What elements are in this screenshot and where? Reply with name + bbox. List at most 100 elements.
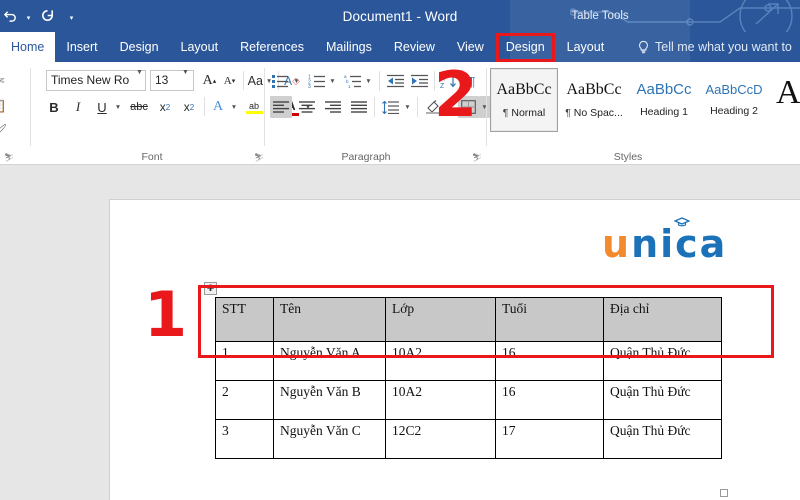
tab-insert[interactable]: Insert — [55, 32, 108, 62]
multilevel-list-button[interactable]: ab1 — [341, 70, 363, 92]
tab-references[interactable]: References — [229, 32, 315, 62]
numbering-button[interactable]: 123 — [305, 70, 327, 92]
style-heading-1[interactable]: AaBbCс Heading 1 — [630, 68, 698, 132]
align-right-button[interactable] — [322, 96, 344, 118]
line-spacing-dropdown[interactable]: ▼ — [402, 96, 413, 118]
table-header-row[interactable]: STT Tên Lớp Tuổi Địa chỉ — [216, 298, 722, 342]
underline-dropdown[interactable]: ▼ — [112, 96, 124, 118]
italic-label: I — [76, 99, 80, 115]
style-heading-2[interactable]: AaBbCcD Heading 2 — [700, 68, 768, 132]
tab-view-label: View — [457, 40, 484, 54]
format-painter-icon[interactable]: 🖌 — [0, 118, 12, 143]
table-cell[interactable]: 16 — [496, 342, 604, 381]
document-page[interactable]: unica ✚ STT Tên Lớp Tuổi Địa chỉ 1 — [110, 200, 800, 500]
increase-indent-button[interactable] — [408, 70, 430, 92]
table-cell[interactable]: 10A2 — [386, 381, 496, 420]
decrease-indent-button[interactable] — [384, 70, 406, 92]
table-move-handle[interactable]: ✚ — [204, 282, 217, 295]
style-heading-1-label: Heading 1 — [640, 106, 688, 118]
change-case-label: Aa — [248, 74, 263, 88]
font-size-caret-icon[interactable]: ▼ — [182, 69, 189, 76]
table-cell[interactable]: 17 — [496, 420, 604, 459]
bullets-button[interactable] — [270, 70, 290, 92]
grow-font-button[interactable]: A▴ — [200, 70, 219, 92]
cut-icon[interactable]: ✄ — [0, 68, 12, 93]
underline-button[interactable]: U — [92, 96, 112, 118]
copy-icon[interactable]: 📋 — [0, 93, 12, 118]
unica-logo-orange: u — [602, 222, 631, 266]
align-center-button[interactable] — [296, 96, 318, 118]
table-cell[interactable]: Nguyễn Văn B — [274, 381, 386, 420]
para-sep-1 — [379, 71, 380, 91]
italic-button[interactable]: I — [68, 96, 88, 118]
underline-label: U — [97, 100, 106, 115]
font-sep-3 — [204, 97, 205, 116]
text-effects-button[interactable]: A — [208, 96, 228, 118]
style-heading-2-label: Heading 2 — [710, 105, 758, 117]
shrink-font-button[interactable]: A▾ — [220, 70, 239, 92]
table-cell[interactable]: 12C2 — [386, 420, 496, 459]
bullets-dropdown[interactable]: ▼ — [291, 70, 302, 92]
text-highlight-button[interactable]: ab — [242, 96, 266, 118]
numbering-icon: 123 — [308, 74, 325, 88]
undo-button[interactable] — [0, 3, 22, 27]
table-header-cell[interactable]: Tuổi — [496, 298, 604, 342]
align-center-icon — [299, 101, 315, 113]
clipboard-dialog-launcher[interactable]: ⛷ — [4, 153, 14, 162]
tab-table-design[interactable]: Design — [495, 32, 556, 62]
strikethrough-label: abc — [130, 101, 148, 113]
numbering-dropdown[interactable]: ▼ — [327, 70, 338, 92]
table-cell[interactable]: Quận Thủ Đức — [604, 381, 722, 420]
table-resize-handle[interactable] — [720, 489, 728, 497]
paragraph-dialog-launcher[interactable]: ⛷ — [472, 153, 482, 162]
table-cell[interactable]: Nguyễn Văn C — [274, 420, 386, 459]
table-row[interactable]: 1 Nguyễn Văn A 10A2 16 Quận Thủ Đức — [216, 342, 722, 381]
bold-button[interactable]: B — [44, 96, 64, 118]
align-right-icon — [325, 101, 341, 113]
svg-text:1: 1 — [348, 84, 351, 88]
style-normal[interactable]: AaBbCc ¶ Normal — [490, 68, 558, 132]
table-header-cell[interactable]: STT — [216, 298, 274, 342]
strikethrough-button[interactable]: abc — [126, 96, 152, 118]
table-cell[interactable]: 2 — [216, 381, 274, 420]
font-name-caret-icon[interactable]: ▼ — [136, 69, 143, 76]
table-row[interactable]: 2 Nguyễn Văn B 10A2 16 Quận Thủ Đức — [216, 381, 722, 420]
justify-button[interactable] — [348, 96, 370, 118]
line-spacing-button[interactable] — [379, 96, 401, 118]
table-header-cell[interactable]: Lớp — [386, 298, 496, 342]
tab-table-layout[interactable]: Layout — [556, 32, 616, 62]
text-effects-dropdown[interactable]: ▼ — [228, 96, 240, 118]
font-name-input[interactable]: Times New Ro — [46, 70, 146, 91]
customize-qat-button[interactable]: ▾ — [67, 3, 76, 27]
style-no-spacing[interactable]: AaBbCc ¶ No Spac... — [560, 68, 628, 132]
annotation-number-2: 2 — [434, 64, 477, 126]
subscript-button[interactable]: x2 — [154, 96, 176, 118]
superscript-button[interactable]: x2 — [178, 96, 200, 118]
undo-dropdown-caret[interactable]: ▾ — [24, 3, 33, 27]
tab-home[interactable]: Home — [0, 32, 55, 62]
align-left-button[interactable] — [270, 96, 292, 118]
table-cell[interactable]: 3 — [216, 420, 274, 459]
decrease-indent-icon — [387, 74, 404, 88]
tab-design[interactable]: Design — [109, 32, 170, 62]
table-cell[interactable]: 16 — [496, 381, 604, 420]
table-header-cell[interactable]: Địa chỉ — [604, 298, 722, 342]
multilevel-list-dropdown[interactable]: ▼ — [363, 70, 374, 92]
table-cell[interactable]: 1 — [216, 342, 274, 381]
tab-mailings[interactable]: Mailings — [315, 32, 383, 62]
table-header-cell[interactable]: Tên — [274, 298, 386, 342]
ribbon-group-clipboard: ✄ 📋 🖌 ⛷ — [0, 62, 28, 165]
font-dialog-launcher[interactable]: ⛷ — [254, 153, 264, 162]
table-cell[interactable]: Quận Thủ Đức — [604, 420, 722, 459]
tab-layout[interactable]: Layout — [170, 32, 230, 62]
student-table[interactable]: STT Tên Lớp Tuổi Địa chỉ 1 Nguyễn Văn A … — [215, 297, 722, 459]
redo-button[interactable] — [35, 3, 59, 27]
table-cell[interactable]: Quận Thủ Đức — [604, 342, 722, 381]
style-next-preview[interactable]: A — [776, 74, 800, 112]
line-spacing-icon — [382, 101, 399, 114]
table-row[interactable]: 3 Nguyễn Văn C 12C2 17 Quận Thủ Đức — [216, 420, 722, 459]
tell-me-box[interactable]: Tell me what you want to — [637, 32, 792, 62]
table-cell[interactable]: Nguyễn Văn A — [274, 342, 386, 381]
table-cell[interactable]: 10A2 — [386, 342, 496, 381]
highlight-color-swatch — [246, 111, 263, 114]
